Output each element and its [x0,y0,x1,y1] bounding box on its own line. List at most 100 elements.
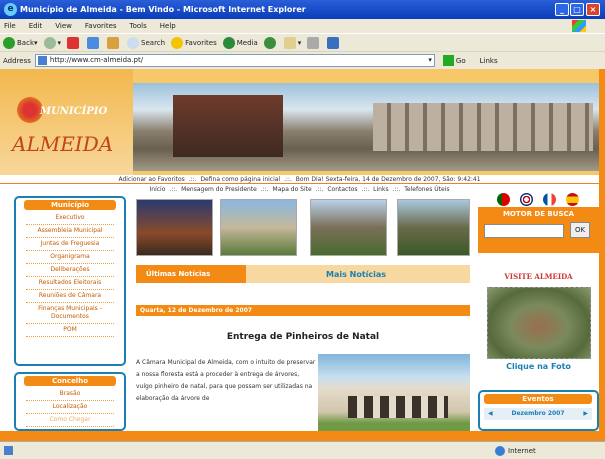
site-logo[interactable]: MUNICÍPIO ALMEIDA [0,69,133,175]
eventos-title: Eventos [484,394,592,404]
ie-logo-icon: e [4,3,17,16]
logo-title: ALMEIDA [12,132,114,156]
site-search-input[interactable] [484,224,564,238]
search-ok-button[interactable]: OK [570,222,590,238]
site-header: MUNICÍPIO ALMEIDA [0,69,599,175]
menu-item-reunioes[interactable]: Reuniões de Câmara [26,290,114,303]
nav-mapa[interactable]: Mapa do Site [273,186,312,193]
tab-ultimas-noticias[interactable]: Últimas Notícias [136,265,246,283]
header-banner-photo [133,83,599,171]
nav-links-bar: Início .::. Mensagem do Presidente .::. … [0,185,599,194]
aerial-photo[interactable] [487,287,591,359]
forward-arrow-icon [43,36,56,49]
nav-mensagem[interactable]: Mensagem do Presidente [181,186,257,193]
next-month-icon[interactable]: ▶ [583,408,588,420]
menu-view[interactable]: View [55,22,72,30]
mail-button[interactable]: ▾ [283,36,301,49]
menu-item-brasao[interactable]: Brasão [26,388,114,401]
menu-item-como-chegar[interactable]: Como Chegar [26,414,114,427]
nav-links[interactable]: Links [373,186,388,193]
thumbnail-photo-2[interactable] [220,199,297,256]
flag-uk-icon[interactable] [520,193,533,206]
menu-file[interactable]: File [4,22,16,30]
menu-concelho-title: Concelho [24,376,116,386]
nav-contactos[interactable]: Contactos [327,186,357,193]
flag-france-icon[interactable] [543,193,556,206]
thumbnail-photo-1[interactable] [136,199,213,256]
globe-icon [495,446,505,456]
search-toolbar-button[interactable]: Search [127,36,165,49]
menu-item-assembleia[interactable]: Assembleia Municipal [26,225,114,238]
thumbnail-photo-3[interactable] [310,199,387,256]
media-icon [222,36,235,49]
menu-item-pom[interactable]: POM [26,324,114,337]
tab-mais-noticias[interactable]: Mais Notícias [326,270,386,279]
menu-item-juntas[interactable]: Juntas de Freguesia [26,238,114,251]
home-button[interactable] [107,36,121,49]
address-input[interactable]: http://www.cm-almeida.pt/ ▾ [34,54,435,67]
magnifier-icon [127,36,140,49]
set-homepage-link[interactable]: Defina como página inicial [200,176,280,183]
forward-button[interactable]: ▾ [43,36,61,49]
menu-help[interactable]: Help [160,22,176,30]
printer-icon [307,36,320,49]
thumbnail-photo-4[interactable] [397,199,470,256]
menu-tools[interactable]: Tools [130,22,147,30]
back-button[interactable]: Back ▾ [3,36,38,49]
address-dropdown-icon[interactable]: ▾ [428,55,432,66]
media-button[interactable]: Media [222,36,258,49]
stop-button[interactable] [67,36,81,49]
menu-item-localizacao[interactable]: Localização [26,401,114,414]
edit-button[interactable] [327,36,341,49]
window-titlebar: e Município de Almeida - Bem Vindo - Mic… [0,0,605,19]
window-title: Município de Almeida - Bem Vindo - Micro… [20,5,306,14]
news-title[interactable]: Entrega de Pinheiros de Natal [136,332,470,342]
windows-logo-icon [572,20,586,32]
news-date-bar: Quarta, 12 de Dezembro de 2007 [136,305,470,316]
menu-item-financas[interactable]: Finanças Municipais - Documentos [26,303,114,324]
flag-spain-icon[interactable] [566,193,579,206]
prev-month-icon[interactable]: ◀ [488,408,493,420]
go-arrow-icon [442,55,454,66]
menu-item-deliberacoes[interactable]: Deliberações [26,264,114,277]
add-favorites-link[interactable]: Adicionar ao Favoritos [118,176,184,183]
news-body: A Câmara Municipal de Almeida, com o int… [136,359,316,402]
menu-municipio: Município Executivo Assembleia Municipal… [14,196,126,366]
menu-item-resultados[interactable]: Resultados Eleitorais [26,277,114,290]
nav-telefones[interactable]: Telefones Úteis [404,186,449,193]
favorites-button[interactable]: Favorites [171,36,217,49]
home-icon [107,36,120,49]
close-button[interactable]: × [586,3,600,16]
menu-edit[interactable]: Edit [29,22,43,30]
menu-item-executivo[interactable]: Executivo [26,212,114,225]
menu-favorites[interactable]: Favorites [85,22,117,30]
eventos-month-nav: ◀ Dezembro 2007 ▶ [484,408,592,420]
greeting-datetime: Bom Dia! Sexta-feira, 14 de Dezembro de … [295,176,481,183]
horizontal-scrollbar[interactable] [0,431,599,441]
links-button[interactable]: Links [480,57,498,65]
status-page-icon [4,446,13,455]
clique-na-foto-link[interactable]: Clique na Foto [478,362,599,371]
news-photo[interactable] [318,354,470,431]
address-label: Address [3,56,31,65]
vertical-scrollbar[interactable] [599,69,605,441]
refresh-button[interactable] [87,36,101,49]
menu-municipio-title: Município [24,200,116,210]
visite-almeida-heading: VISITE ALMEIDA [504,272,573,281]
star-icon [171,36,184,49]
menubar: File Edit View Favorites Tools Help [0,19,605,33]
flag-portugal-icon[interactable] [497,193,510,206]
history-button[interactable] [263,36,278,49]
maximize-button[interactable]: □ [570,3,584,16]
minimize-button[interactable]: _ [555,3,569,16]
print-button[interactable] [307,36,321,49]
edit-icon [327,36,340,49]
history-icon [263,36,276,49]
top-links-bar: Adicionar ao Favoritos .::. Defina como … [0,175,599,184]
go-button[interactable]: Go [442,55,466,66]
mail-icon [283,36,296,49]
nav-inicio[interactable]: Início [150,186,166,193]
logo-subtitle: MUNICÍPIO [40,106,108,117]
banner-building-right [373,103,593,151]
menu-item-organigrama[interactable]: Organigrama [26,251,114,264]
